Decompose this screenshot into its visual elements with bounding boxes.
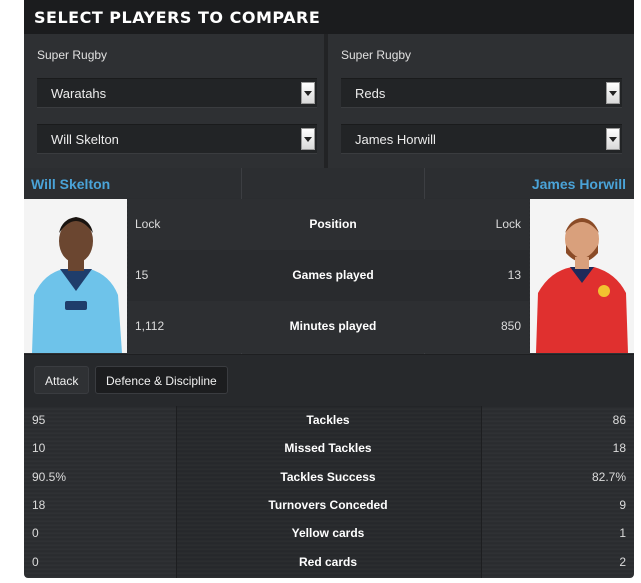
stat-right-value: 1 [619, 526, 626, 540]
stat-label: Turnovers Conceded [268, 498, 388, 512]
panel-header: SELECT PLAYERS TO COMPARE [24, 0, 634, 34]
bio-row-games: 15 Games played 13 [128, 250, 529, 302]
games-label: Games played [292, 268, 374, 282]
stat-left-value: 18 [32, 498, 46, 512]
left-player-value: Will Skelton [51, 132, 119, 147]
bio-row-minutes: 1,112 Minutes played 850 [128, 301, 529, 353]
tab-attack[interactable]: Attack [34, 366, 90, 394]
minutes-label: Minutes played [289, 319, 377, 333]
stat-row: 0 Red cards 2 [24, 548, 634, 576]
stat-left-value: 90.5% [32, 470, 67, 484]
stat-right-value: 86 [612, 413, 626, 427]
stat-row: 90.5% Tackles Success 82.7% [24, 463, 634, 491]
stat-left-value: 95 [32, 413, 46, 427]
stat-row: 0 Yellow cards 1 [24, 519, 634, 547]
stat-left-value: 10 [32, 441, 46, 455]
right-player-name: James Horwill [531, 176, 626, 192]
stat-right-value: 9 [619, 498, 626, 512]
right-team-value: Reds [355, 86, 386, 101]
tab-defence-discipline[interactable]: Defence & Discipline [95, 366, 228, 394]
stat-left-value: 0 [32, 555, 39, 569]
right-league-label: Super Rugby [341, 48, 412, 62]
left-team-value: Waratahs [51, 86, 107, 101]
bio-row-position: Lock Position Lock [128, 199, 529, 251]
left-league-label: Super Rugby [37, 48, 108, 62]
stat-label: Missed Tackles [284, 441, 372, 455]
stat-label: Yellow cards [291, 526, 365, 540]
right-team-select[interactable]: Reds [341, 78, 622, 108]
chevron-down-icon[interactable] [301, 82, 315, 104]
page-title: SELECT PLAYERS TO COMPARE [34, 8, 321, 27]
stat-label: Tackles [306, 413, 350, 427]
stat-row: 95 Tackles 86 [24, 406, 634, 434]
stat-label: Tackles Success [280, 470, 376, 484]
stat-right-value: 2 [619, 555, 626, 569]
right-player-value: James Horwill [355, 132, 436, 147]
page-margin [634, 0, 641, 583]
stat-right-value: 82.7% [591, 470, 626, 484]
left-team-select[interactable]: Waratahs [37, 78, 317, 108]
right-player-select[interactable]: James Horwill [341, 124, 622, 154]
selector-divider [324, 34, 328, 168]
stat-row: 18 Turnovers Conceded 9 [24, 491, 634, 519]
right-player-photo [530, 199, 634, 353]
right-games: 13 [507, 268, 521, 282]
stat-right-value: 18 [612, 441, 626, 455]
chevron-down-icon[interactable] [301, 128, 315, 150]
stat-row: 10 Missed Tackles 18 [24, 434, 634, 462]
stat-left-value: 0 [32, 526, 39, 540]
chevron-down-icon[interactable] [606, 82, 620, 104]
stat-label: Red cards [298, 555, 358, 569]
position-label: Position [309, 217, 357, 231]
chevron-down-icon[interactable] [606, 128, 620, 150]
left-player-name: Will Skelton [31, 176, 111, 192]
left-player-select[interactable]: Will Skelton [37, 124, 317, 154]
left-player-photo [24, 199, 127, 353]
right-minutes: 850 [500, 319, 521, 333]
right-position: Lock [495, 217, 521, 231]
